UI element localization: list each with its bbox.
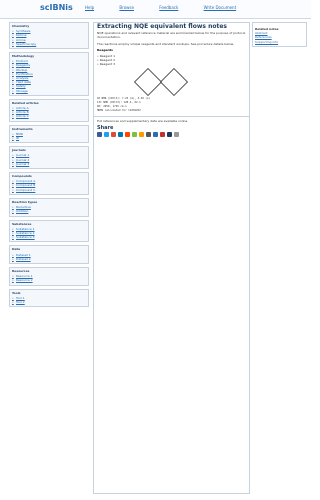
- sidebar-link-label: Journal 3: [16, 161, 30, 166]
- nav-browse[interactable]: Browse: [119, 5, 134, 10]
- top-bar: scIBNis Help Browse Feedback Write Docum…: [0, 0, 311, 19]
- list-title: Reagents: [97, 47, 113, 52]
- sidebar-section: Reaction types • Reductive • Addition: [9, 197, 89, 217]
- sidebar-section-title: Substances: [12, 221, 32, 226]
- share-icon[interactable]: [118, 131, 123, 137]
- sidebar-section: Resources • Resource 1 • Resource 2: [9, 266, 89, 286]
- sidebar-link[interactable]: • Journal 3: [12, 162, 86, 166]
- right-sidebar: Related notes Abstract References Suppor…: [252, 22, 307, 47]
- sidebar-link[interactable]: • Substance 3: [12, 235, 86, 239]
- ring-shape: [133, 67, 163, 96]
- sidebar-section-title: Resources: [12, 268, 30, 273]
- intro-paragraph: NQE operations and relevant reference ma…: [97, 31, 246, 40]
- sidebar-section: Journals • Journal 1 • Journal 2 • Journal 3: [9, 146, 89, 170]
- top-nav: Help Browse Feedback Write Document: [85, 5, 260, 10]
- share-icons: [94, 130, 249, 139]
- share-icon[interactable]: [97, 131, 102, 137]
- sidebar-link[interactable]: • IR: [12, 136, 86, 140]
- sidebar-section: Compounds • Compound A • Compound B • Compound…: [9, 172, 89, 195]
- reagent-label: Reagent 3: [99, 62, 116, 67]
- share-icon[interactable]: [104, 131, 109, 137]
- sidebar-link[interactable]: • Compound C: [12, 188, 86, 192]
- sidebar-section: Substances • Substance 1 • Substance 2 • Subst…: [9, 219, 89, 243]
- sidebar-link[interactable]: • Addition: [12, 209, 86, 213]
- share-icon[interactable]: [153, 131, 158, 137]
- sidebar-link[interactable]: • Resource 2: [12, 278, 86, 282]
- sidebar-section-title: Instruments: [12, 126, 33, 131]
- nav-feedback[interactable]: Feedback: [159, 5, 178, 10]
- sidebar-link-label: Article C: [16, 114, 29, 119]
- share-icon[interactable]: [125, 131, 130, 137]
- main-article: Extracting NQE equivalent flows notes NQ…: [93, 22, 250, 494]
- chemical-structure-diagram: [104, 67, 239, 96]
- code-line: HRMS calculated for C10H12O2: [97, 109, 141, 113]
- share-icon[interactable]: [132, 131, 137, 137]
- sidebar-link-label: Addition: [16, 209, 29, 214]
- sidebar-link-label: Spectroscopy: [16, 41, 37, 46]
- share-icon[interactable]: [111, 131, 116, 137]
- left-sidebar: Chemistry • Synthesis • Ketone • Amine • Spectro…: [9, 22, 89, 310]
- site-logo[interactable]: scIBNis: [40, 3, 73, 12]
- ring-shape: [159, 67, 189, 96]
- code-block: 1H NMR (CDCl3): 7.25 (m), 3.40 (s) 13C NM…: [94, 97, 249, 114]
- sidebar-link[interactable]: • Article C: [12, 114, 86, 118]
- sidebar-link-label: Tool 2: [16, 299, 25, 304]
- sidebar-link-label: IR: [16, 136, 19, 141]
- share-icon[interactable]: [139, 131, 144, 137]
- links-text: Full references and supplementary data a…: [97, 119, 189, 124]
- sidebar-link-label: Substance 3: [16, 235, 35, 240]
- sidebar-section: Tools • Tool 1 • Tool 2: [9, 288, 89, 308]
- sidebar-section-title: Methodology: [12, 54, 35, 59]
- sidebar-link[interactable]: • Storage: [12, 89, 86, 93]
- sidebar-section-title: Related articles: [12, 100, 39, 105]
- sidebar-link[interactable]: • Tool 2: [12, 300, 86, 304]
- share-icon[interactable]: [146, 131, 151, 137]
- sidebar-link[interactable]: • Spectroscopy: [12, 42, 86, 46]
- sidebar-section: Data • Dataset 1 • Dataset 2: [9, 245, 89, 264]
- sidebar-section-title: Reaction types: [12, 199, 38, 204]
- second-paragraph: The reactions employ simple reagents and…: [97, 41, 234, 46]
- share-icon[interactable]: [160, 131, 165, 137]
- right-box: Related notes Abstract References Suppor…: [252, 22, 307, 47]
- article-title: Extracting NQE equivalent flows notes: [97, 23, 227, 30]
- sidebar-section-title: Chemistry: [12, 24, 30, 28]
- sidebar-link[interactable]: • Dataset 2: [12, 257, 86, 261]
- sidebar-section: Related articles • Article A • Article B • Art…: [9, 98, 89, 122]
- sidebar-section: Chemistry • Synthesis • Ketone • Amine • Spectro…: [9, 22, 89, 50]
- reagent-list: • Reagent 1 • Reagent 2 • Reagent 3: [94, 54, 249, 67]
- sidebar-section-title: Data: [12, 247, 20, 252]
- divider: [94, 116, 249, 118]
- sidebar-link-label: Dataset 2: [16, 256, 31, 261]
- reagent-item: • Reagent 3: [97, 62, 246, 66]
- nav-write[interactable]: Write Document: [204, 5, 237, 10]
- share-icon[interactable]: [174, 131, 179, 137]
- sidebar-section: Instruments • NMR • IR: [9, 124, 89, 144]
- sidebar-link-label: Resource 2: [16, 278, 33, 283]
- share-icon[interactable]: [167, 131, 172, 137]
- nav-help[interactable]: Help: [85, 5, 94, 10]
- sidebar-section-title: Journals: [12, 148, 26, 153]
- sidebar-section-title: Compounds: [12, 174, 32, 179]
- sidebar-section-title: Tools: [12, 290, 21, 295]
- sidebar-link-label: Storage: [16, 88, 28, 93]
- sidebar-section: Methodology • Protocol • Reagents • Workup • Pur…: [9, 52, 89, 96]
- right-link[interactable]: Supporting info: [255, 40, 304, 44]
- sidebar-link-label: Compound C: [16, 187, 36, 192]
